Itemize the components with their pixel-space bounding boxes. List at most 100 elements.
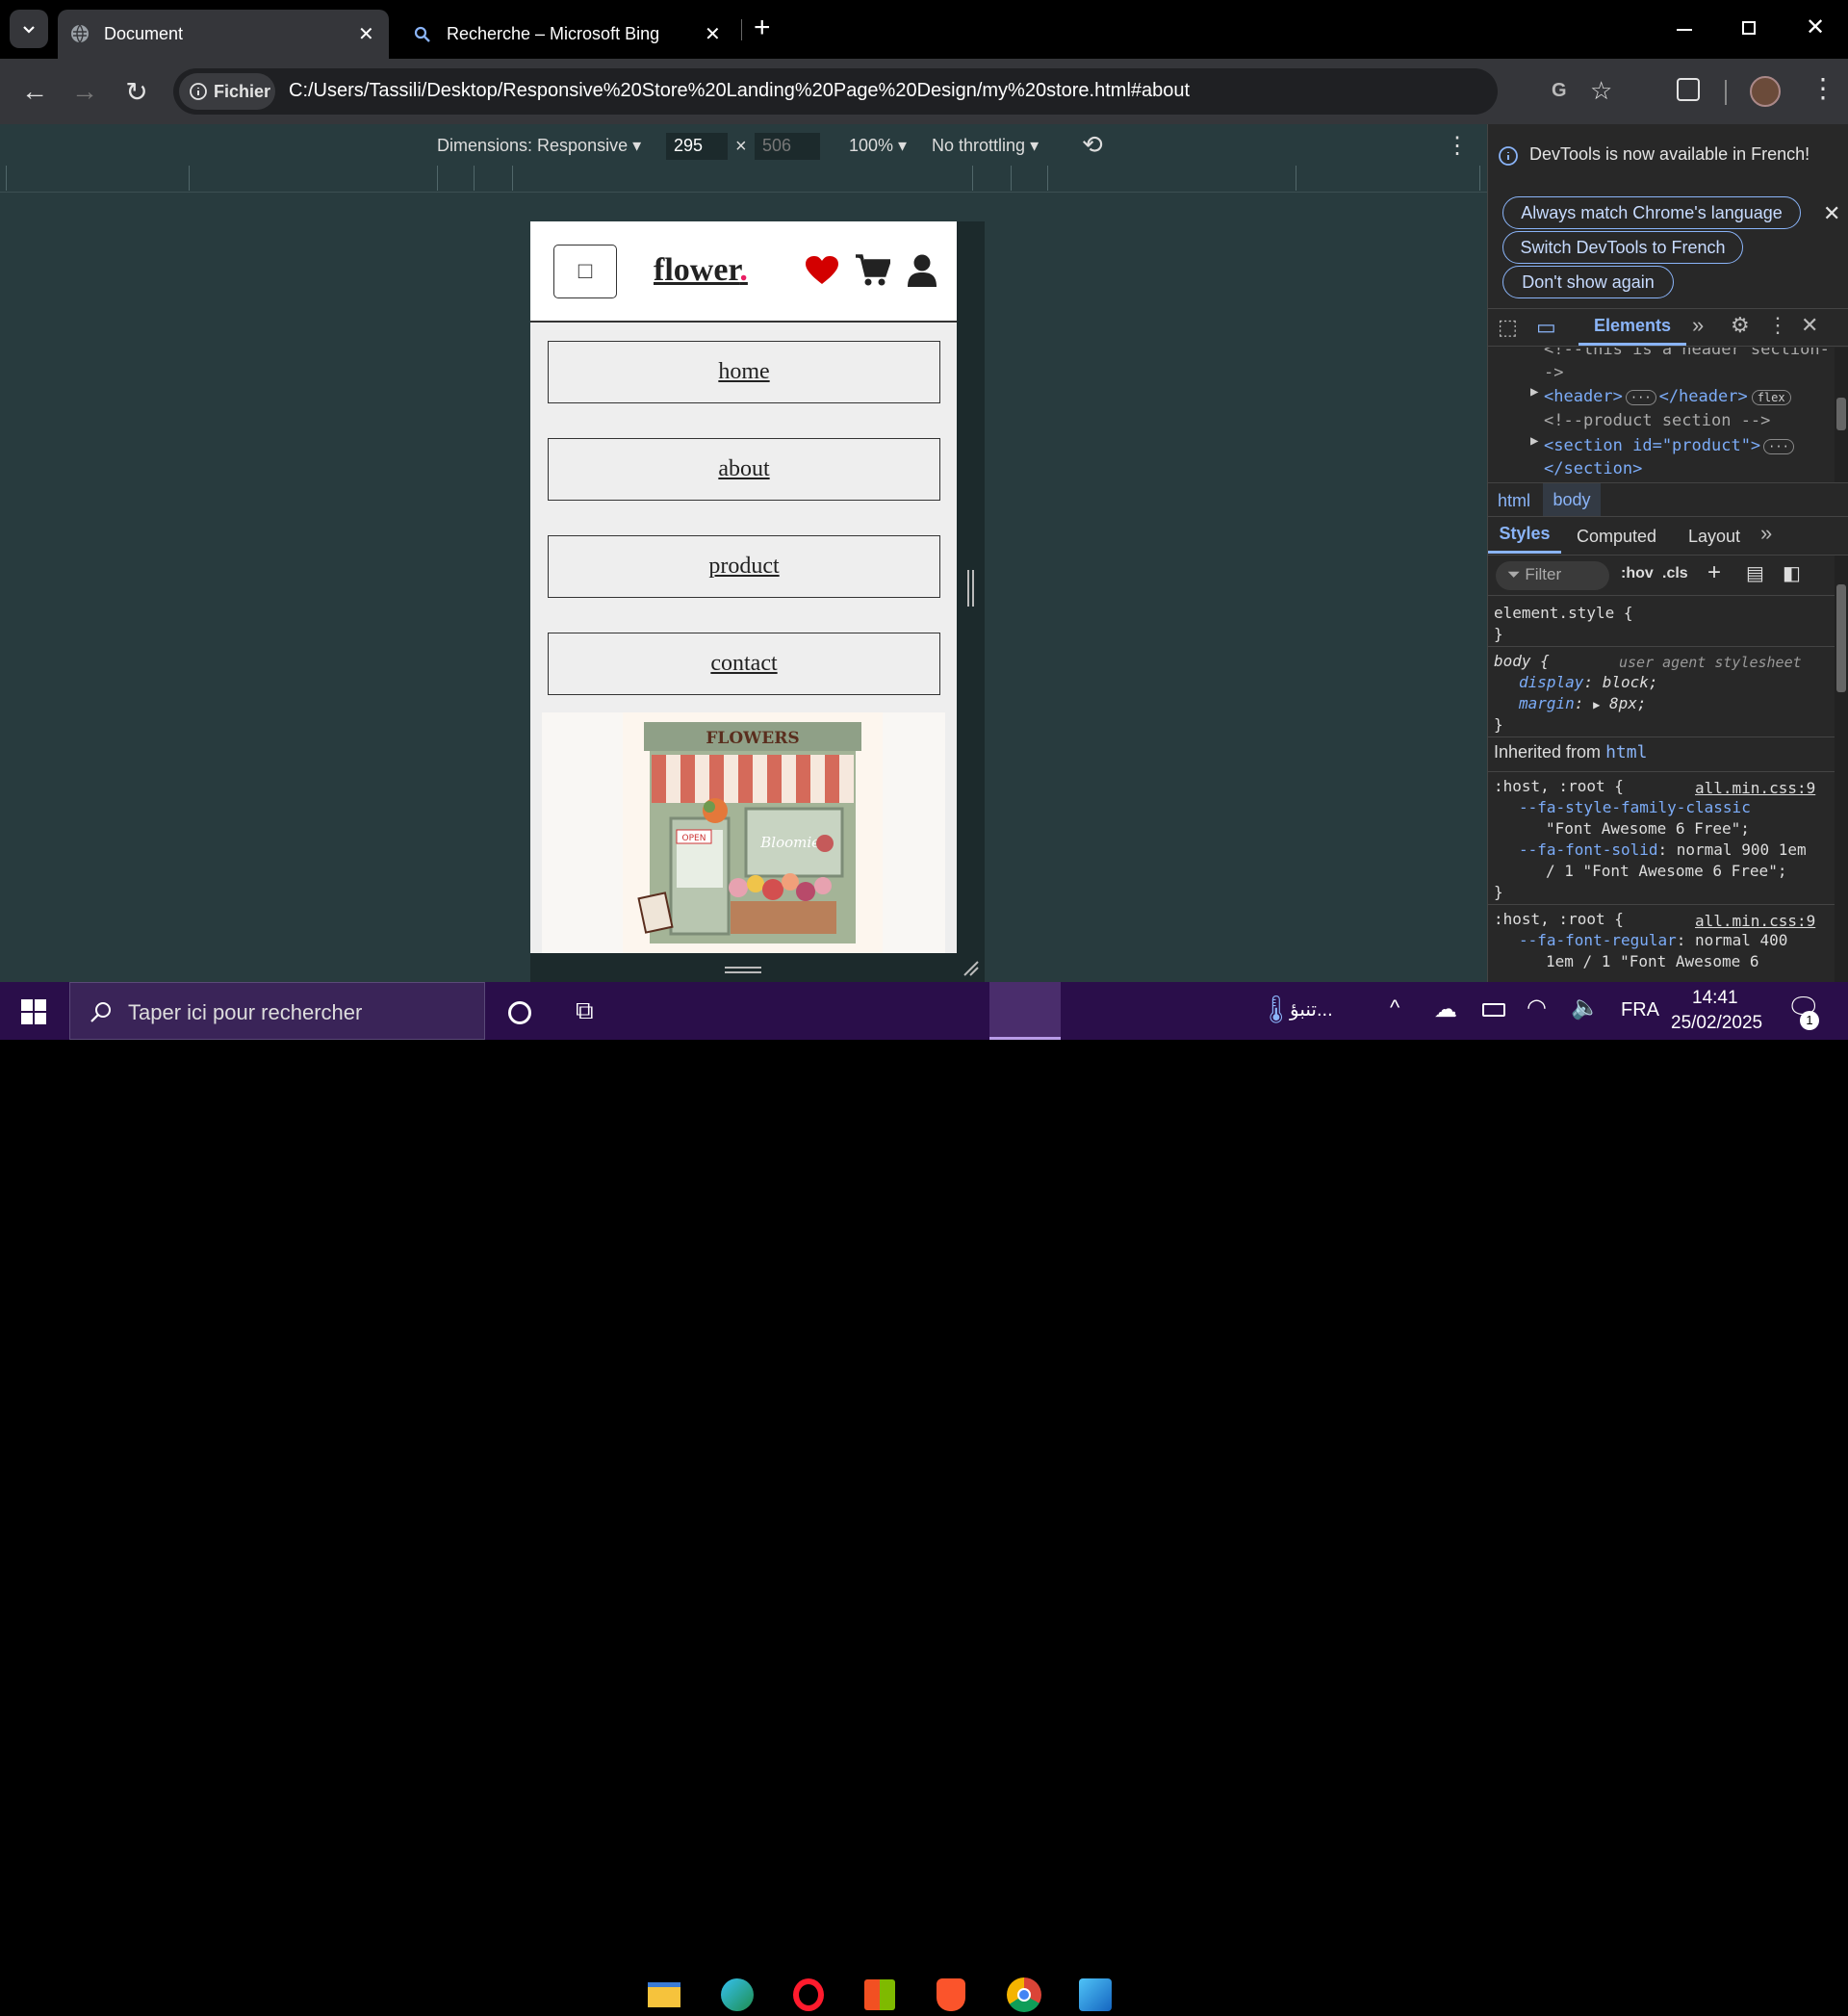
host-selector[interactable]: :host, :root { [1494, 910, 1624, 928]
tab-bing[interactable]: Recherche – Microsoft Bing ✕ [400, 10, 737, 59]
close-devtools-icon[interactable]: ✕ [1801, 313, 1818, 338]
nav-link-product[interactable]: product [548, 535, 940, 598]
ellipsis-badge[interactable]: ··· [1625, 390, 1656, 405]
tab-document[interactable]: Document ✕ [58, 10, 389, 59]
nav-link-about[interactable]: about [548, 438, 940, 501]
site-info-chip[interactable]: Fichier [179, 73, 275, 110]
breadcrumb-body[interactable]: body [1543, 483, 1601, 516]
css-declaration[interactable]: display: block; [1519, 673, 1658, 691]
body-selector[interactable]: body { [1494, 652, 1550, 670]
close-tab-icon[interactable]: ✕ [705, 22, 721, 46]
resize-corner-icon[interactable] [961, 958, 980, 977]
new-tab-button[interactable]: + [754, 12, 771, 44]
chrome-icon[interactable] [1003, 1974, 1045, 2016]
cls-toggle[interactable]: .cls [1662, 565, 1688, 582]
resize-handle-right[interactable] [967, 570, 974, 607]
address-bar[interactable]: Fichier C:/Users/Tassili/Desktop/Respons… [173, 68, 1612, 115]
source-link[interactable]: all.min.css:9 [1695, 779, 1815, 797]
nav-link-contact[interactable]: contact [548, 633, 940, 695]
css-declaration[interactable]: margin: ▶ 8px; [1519, 694, 1646, 712]
sidebar-toggle-icon[interactable]: ◧ [1783, 561, 1801, 585]
cortana-icon[interactable] [508, 1001, 531, 1024]
battery-icon[interactable] [1482, 1003, 1505, 1017]
tab-search-button[interactable] [10, 10, 48, 48]
source-link[interactable]: all.min.css:9 [1695, 912, 1815, 930]
always-match-language-button[interactable]: Always match Chrome's language [1502, 196, 1801, 229]
volume-icon[interactable]: 🔈 [1571, 994, 1600, 1021]
width-input[interactable]: 295 [666, 133, 728, 160]
css-property[interactable]: --fa-style-family-classic [1519, 798, 1751, 816]
inherited-link[interactable]: html [1605, 742, 1647, 762]
dimensions-dropdown[interactable]: Dimensions: Responsive ▾ [437, 136, 641, 156]
close-tab-icon[interactable]: ✕ [358, 22, 374, 46]
weather-text[interactable]: تنبؤ... [1290, 997, 1333, 1021]
dom-node-header[interactable]: <header> ··· </header> flex [1544, 387, 1791, 406]
site-logo[interactable]: flower. [654, 252, 748, 289]
throttling-dropdown[interactable]: No throttling ▾ [932, 136, 1039, 156]
tab-computed[interactable]: Computed [1577, 527, 1656, 547]
dom-scrollbar[interactable] [1835, 348, 1848, 482]
cart-icon[interactable] [856, 254, 890, 287]
gear-icon[interactable]: ⚙ [1731, 313, 1750, 338]
paint-brush-icon[interactable]: ▤ [1746, 561, 1764, 585]
task-view-icon[interactable]: ⧉ [576, 995, 594, 1026]
onedrive-icon[interactable]: ☁ [1434, 995, 1457, 1023]
heart-icon[interactable] [806, 256, 838, 285]
css-declaration[interactable]: --fa-font-solid: normal 900 1em [1519, 840, 1807, 859]
close-window-button[interactable]: ✕ [1806, 13, 1825, 41]
expand-arrow-icon[interactable]: ▶ [1593, 698, 1600, 711]
minimize-button[interactable] [1677, 29, 1692, 31]
back-button[interactable]: ← [17, 74, 52, 109]
ellipsis-badge[interactable]: ··· [1763, 439, 1794, 454]
zoom-dropdown[interactable]: 100% ▾ [849, 136, 907, 156]
breadcrumb-html[interactable]: html [1498, 491, 1530, 511]
edge-icon[interactable] [716, 1974, 758, 2016]
menu-toggle[interactable]: □ [553, 245, 617, 298]
url-text[interactable]: C:/Users/Tassili/Desktop/Responsive%20St… [289, 80, 1190, 102]
host-selector[interactable]: :host, :root { [1494, 777, 1624, 795]
bookmark-star-icon[interactable]: ☆ [1590, 76, 1612, 106]
microsoft-store-icon[interactable] [859, 1974, 901, 2016]
resize-handle-bottom[interactable] [725, 967, 761, 973]
dont-show-again-button[interactable]: Don't show again [1502, 266, 1674, 298]
brave-icon[interactable] [930, 1974, 972, 2016]
height-input[interactable]: 506 [755, 133, 820, 160]
windows-start-icon[interactable] [21, 999, 46, 1024]
file-explorer-icon[interactable] [643, 1974, 685, 2016]
reload-button[interactable]: ↻ [119, 74, 154, 109]
wifi-icon[interactable]: ◠ [1527, 994, 1547, 1021]
opera-icon[interactable] [787, 1974, 830, 2016]
flex-badge[interactable]: flex [1751, 390, 1791, 405]
rotate-icon[interactable]: ⟲ [1082, 130, 1103, 160]
clock-date[interactable]: 25/02/2025 [1671, 1013, 1762, 1034]
inspect-element-icon[interactable]: ⬚ [1498, 315, 1518, 340]
dom-node-section[interactable]: <section id="product"> ··· [1544, 436, 1794, 455]
photos-icon[interactable] [1074, 1974, 1116, 2016]
restore-button[interactable] [1742, 21, 1756, 35]
filter-input[interactable]: ⏷ Filter [1496, 561, 1609, 590]
css-declaration[interactable]: --fa-font-regular: normal 400 [1519, 931, 1787, 949]
tab-elements[interactable]: Elements [1578, 309, 1686, 346]
add-rule-icon[interactable]: + [1707, 559, 1721, 586]
element-style-rule[interactable]: element.style { [1494, 604, 1633, 622]
more-tabs-icon[interactable]: » [1692, 313, 1704, 338]
device-more-icon[interactable]: ⋮ [1446, 132, 1469, 160]
clock-time[interactable]: 14:41 [1692, 988, 1738, 1009]
tab-styles[interactable]: Styles [1488, 517, 1561, 554]
taskbar-search-box[interactable]: Taper ici pour rechercher [69, 982, 485, 1040]
input-language[interactable]: FRA [1621, 999, 1659, 1021]
chevron-up-icon[interactable]: ^ [1390, 995, 1399, 1021]
nav-link-home[interactable]: home [548, 341, 940, 403]
more-subtabs-icon[interactable]: » [1760, 521, 1772, 546]
close-banner-icon[interactable]: ✕ [1823, 201, 1840, 226]
extensions-icon[interactable] [1677, 78, 1700, 101]
device-toggle-icon[interactable]: ▭ [1536, 315, 1556, 340]
expand-arrow-icon[interactable]: ▶ [1530, 433, 1538, 449]
devtools-menu-icon[interactable]: ⋮ [1767, 313, 1788, 338]
profile-avatar[interactable] [1750, 76, 1781, 107]
styles-scrollbar[interactable] [1835, 556, 1848, 982]
user-icon[interactable] [908, 254, 937, 287]
forward-button[interactable]: → [67, 74, 102, 109]
browser-menu-icon[interactable]: ⋮ [1810, 72, 1836, 104]
tab-layout[interactable]: Layout [1688, 527, 1740, 547]
